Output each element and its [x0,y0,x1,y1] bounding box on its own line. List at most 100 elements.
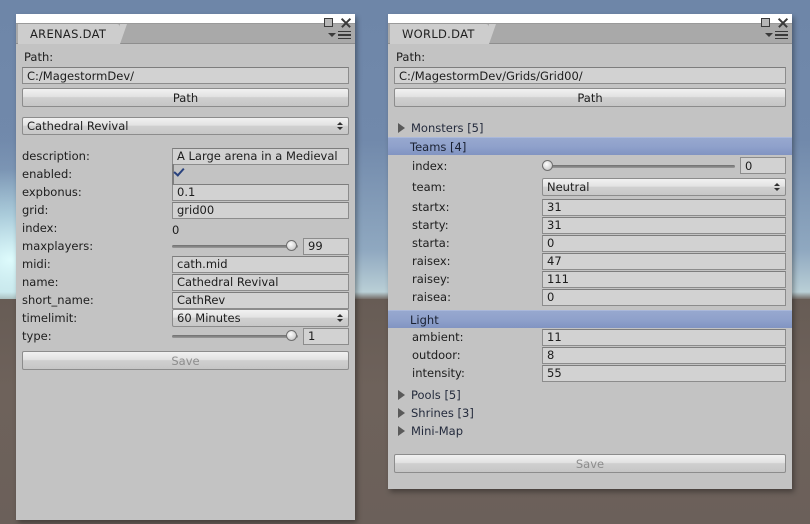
slider-track[interactable] [542,159,735,173]
description-input[interactable]: A Large arena in a Medieval [172,147,349,165]
path-input[interactable]: C:/MagestormDev/ [22,67,349,84]
arena-selector-value: Cathedral Revival [27,119,129,133]
raisea-input[interactable]: 0 [542,288,786,306]
chevron-updown-icon [337,122,343,130]
field-row-expbonus: expbonus: 0.1 [22,183,349,201]
save-button[interactable]: Save [22,351,349,370]
field-row-description: description: A Large arena in a Medieval [22,147,349,165]
field-row-outdoor: outdoor: 8 [412,346,786,364]
field-label: midi: [22,257,51,271]
slider-knob[interactable] [542,159,553,171]
slider-track[interactable] [172,239,298,253]
field-label: description: [22,149,90,163]
chevron-updown-icon [337,314,343,322]
tab-arenas-dat[interactable]: ARENAS.DAT [18,24,128,44]
window-controls-arenas[interactable] [324,16,351,41]
field-row-timelimit: timelimit: 60 Minutes [22,309,349,327]
foldout-label: Mini-Map [411,424,464,438]
chevron-down-icon [765,33,773,37]
window-world-dat[interactable]: WORLD.DAT Path: C:/MagestormDev/Grids/Gr… [388,14,792,489]
intensity-input[interactable]: 55 [542,364,786,382]
index-slider[interactable]: 0 [542,157,786,174]
starta-input[interactable]: 0 [542,234,786,252]
team-dropdown[interactable]: Neutral [542,178,786,196]
expbonus-input[interactable]: 0.1 [172,183,349,201]
index-value-input[interactable]: 0 [740,157,786,174]
save-row-arenas: Save [22,345,349,370]
chevron-right-icon [398,426,405,436]
maximize-icon[interactable] [324,17,333,27]
chevron-right-icon [398,123,405,133]
foldout-monsters[interactable]: Monsters [5] [394,119,786,137]
timelimit-dropdown[interactable]: 60 Minutes [172,309,349,327]
path-input[interactable]: C:/MagestormDev/Grids/Grid00/ [394,67,786,84]
maxplayers-slider[interactable]: 99 [172,237,349,255]
field-label: short_name: [22,293,94,307]
field-label: raisex: [412,254,451,268]
startx-input[interactable]: 31 [542,198,786,216]
slider-knob[interactable] [286,240,297,251]
panel-menu-icon[interactable] [328,29,351,41]
window-tabbar-arenas[interactable]: ARENAS.DAT [16,17,355,44]
foldout-mini-map[interactable]: Mini-Map [394,422,786,440]
index-value: 0 [172,222,180,237]
short-name-input[interactable]: CathRev [172,291,349,309]
grid-input[interactable]: grid00 [172,201,349,219]
name-input[interactable]: Cathedral Revival [172,273,349,291]
field-label: starty: [412,218,449,232]
section-header-light[interactable]: Light [388,310,792,328]
window-tabbar-world[interactable]: WORLD.DAT [388,17,792,44]
enabled-checkbox[interactable] [172,163,174,185]
field-label: expbonus: [22,185,82,199]
starty-input[interactable]: 31 [542,216,786,234]
close-icon[interactable] [777,17,788,28]
path-label: Path: [24,50,54,64]
close-icon[interactable] [340,17,351,28]
arena-selector-dropdown[interactable]: Cathedral Revival [22,117,349,135]
field-label: type: [22,329,52,343]
hamburger-icon [338,30,351,40]
field-row-team: team: Neutral [412,176,786,198]
raisex-input[interactable]: 47 [542,252,786,270]
slider-knob[interactable] [286,330,297,341]
panel-menu-icon[interactable] [765,29,788,41]
field-row-name: name: Cathedral Revival [22,273,349,291]
midi-input[interactable]: cath.mid [172,255,349,273]
outdoor-input[interactable]: 8 [542,346,786,364]
path-button[interactable]: Path [394,88,786,107]
window-top-strip [388,14,792,24]
panel-body-arenas: Path: C:/MagestormDev/ Path Cathedral Re… [16,44,355,370]
section-header-teams[interactable]: Teams [4] [388,137,792,155]
type-value-input[interactable]: 1 [303,327,349,345]
maxplayers-value-input[interactable]: 99 [303,237,349,255]
window-controls-world[interactable] [761,16,788,41]
field-row-starta: starta: 0 [412,234,786,252]
foldout-label: Pools [5] [411,388,461,402]
maximize-icon[interactable] [761,17,770,27]
ambient-input[interactable]: 11 [542,328,786,346]
hamburger-icon [775,30,788,40]
save-button[interactable]: Save [394,454,786,473]
field-row-intensity: intensity: 55 [412,364,786,382]
field-row-enabled: enabled: [22,163,349,185]
raisey-input[interactable]: 111 [542,270,786,288]
chevron-right-icon [398,390,405,400]
field-row-short-name: short_name: CathRev [22,291,349,309]
light-fields: ambient: 11 outdoor: 8 intensity: 55 [394,328,786,382]
field-label: raisea: [412,290,451,304]
window-arenas-dat[interactable]: ARENAS.DAT Path: C:/MagestormDev/ Path C… [16,14,355,520]
field-label: startx: [412,200,450,214]
slider-track[interactable] [172,329,298,343]
path-label: Path: [396,50,426,64]
type-slider[interactable]: 1 [172,327,349,345]
field-row-maxplayers: maxplayers: 99 [22,237,349,255]
field-row-startx: startx: 31 [412,198,786,216]
foldout-pools[interactable]: Pools [5] [394,386,786,404]
path-button[interactable]: Path [22,88,349,107]
tab-world-dat[interactable]: WORLD.DAT [390,24,496,44]
field-row-raisey: raisey: 111 [412,270,786,288]
chevron-right-icon [398,408,405,418]
window-top-strip [16,14,355,24]
foldout-label: Shrines [3] [411,406,474,420]
foldout-shrines[interactable]: Shrines [3] [394,404,786,422]
